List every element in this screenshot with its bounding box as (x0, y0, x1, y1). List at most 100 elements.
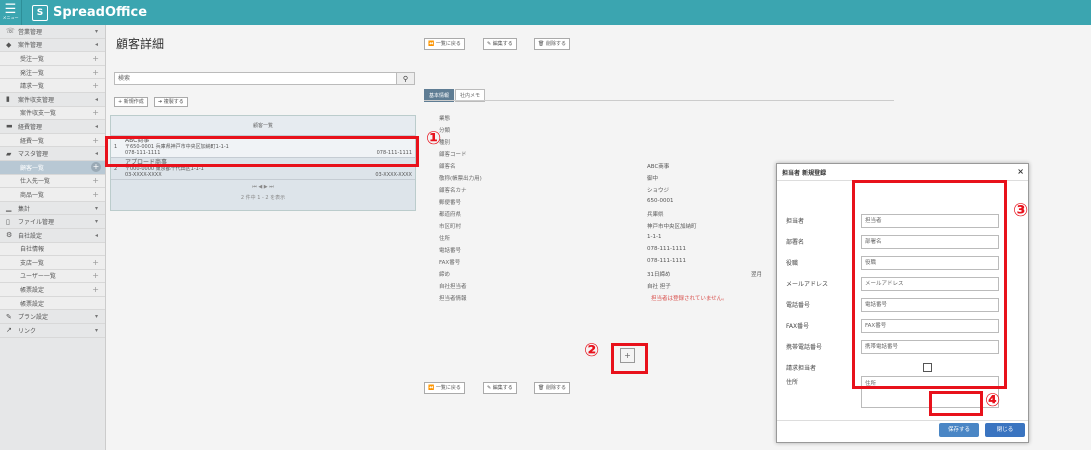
sidebar-item[interactable]: ▮ 案件収支管理 ◂ (0, 93, 105, 107)
back-to-list-button-bottom[interactable]: ⏪ 一覧に戻る (424, 382, 465, 394)
sidebar-item[interactable]: 発注一覧 + (0, 65, 105, 80)
bar-chart-icon: ▮ (6, 95, 10, 104)
sidebar-item[interactable]: ↗ リンク ▾ (0, 324, 105, 338)
add-icon[interactable]: + (92, 190, 99, 199)
add-icon[interactable]: + (92, 285, 99, 294)
annotation-1: ① (426, 128, 442, 149)
sidebar-item[interactable]: 仕入先一覧 + (0, 174, 105, 189)
delete-button-bottom[interactable]: 🗑 削除する (534, 382, 570, 394)
sidebar-item-label: 案件管理 (18, 42, 43, 50)
sidebar-item[interactable]: 帳票設定 + (0, 283, 105, 297)
chevron-icon: ◂ (94, 231, 98, 239)
app-logo[interactable]: S SpreadOffice (32, 4, 147, 21)
sidebar-item-label: 請求一覧 (20, 83, 45, 91)
sidebar-item[interactable]: ✎ プラン設定 ▾ (0, 310, 105, 325)
field-value: 1-1-1 (647, 234, 662, 240)
add-icon[interactable]: + (92, 54, 99, 63)
sidebar-item[interactable]: 支店一覧 + (0, 256, 105, 270)
sidebar-item[interactable]: 顧客一覧 + (0, 160, 105, 175)
field-label: 顧客名 (439, 164, 456, 170)
sidebar-item-label: マスタ管理 (18, 151, 49, 159)
page-title: 顧客詳細 (116, 37, 165, 51)
sidebar-item-label: 顧客一覧 (20, 164, 45, 172)
sidebar-item[interactable]: 商品一覧 + (0, 188, 105, 202)
search-input[interactable]: 検索 (114, 72, 415, 85)
add-icon[interactable]: + (92, 108, 99, 117)
sidebar-item[interactable]: 受注一覧 + (0, 52, 105, 66)
pager-nav[interactable]: ⏮ ◀ ▶ ⏭ (111, 183, 415, 191)
list-header: 顧客一覧 (111, 116, 415, 136)
add-icon[interactable]: + (92, 68, 99, 77)
chevron-icon: ◂ (94, 95, 98, 103)
chevron-icon: ▾ (94, 27, 98, 35)
file-icon: ▯ (6, 217, 10, 226)
modal-field-label: 担当者 (786, 218, 805, 225)
menu-button[interactable]: ☰ メニュー (0, 0, 22, 25)
sidebar-item[interactable]: ▰ マスタ管理 ◂ (0, 147, 105, 161)
sidebar-item[interactable]: 自社情報 (0, 242, 105, 257)
sidebar-item[interactable]: ☏ 営業管理 ▾ (0, 25, 105, 39)
tag-icon: ◆ (6, 40, 12, 49)
field-label: 締め (439, 272, 451, 278)
field-label: 住所 (439, 236, 451, 242)
sidebar-item[interactable]: 請求一覧 + (0, 79, 105, 93)
field-value: ABC商事 (647, 164, 670, 170)
sidebar-item-label: 帳票設定 (20, 287, 45, 295)
billing-contact-label: 請求担当者 (786, 365, 817, 372)
delete-label: 削除する (545, 385, 566, 391)
field-value: 神戸市中央区加納町 (647, 224, 697, 230)
sidebar-item[interactable]: 案件収支一覧 + (0, 106, 105, 121)
field-label: 郵便番号 (439, 200, 462, 206)
add-icon[interactable]: + (91, 162, 101, 173)
back-label: 一覧に戻る (435, 41, 461, 47)
hamburger-icon: ☰ (4, 2, 17, 17)
sidebar-item[interactable]: ◆ 案件管理 ◂ (0, 39, 105, 53)
back-to-list-button[interactable]: ⏪ 一覧に戻る (424, 38, 465, 50)
search-button[interactable]: ⚲ (396, 72, 415, 85)
sidebar-item[interactable]: ▯ ファイル管理 ▾ (0, 215, 105, 229)
field-extra: 翌月 (751, 272, 763, 278)
sidebar-item[interactable]: ⚙ 自社設定 ◂ (0, 229, 105, 243)
edit-label: 編集する (492, 41, 513, 47)
close-button[interactable]: 閉じる (985, 423, 1025, 437)
edit-label: 編集する (492, 385, 513, 391)
sidebar-item-label: 営業管理 (18, 28, 43, 36)
modal-field-label: FAX番号 (786, 323, 810, 330)
edit-button-bottom[interactable]: ✎ 編集する (483, 382, 517, 394)
add-icon[interactable]: + (92, 81, 99, 90)
field-value: 自社 担子 (647, 284, 671, 290)
field-label: 担当者情報 (439, 296, 467, 302)
close-icon[interactable]: × (1017, 167, 1024, 176)
sidebar-item[interactable]: ユーザー一覧 + (0, 269, 105, 284)
edit-button[interactable]: ✎ 編集する (483, 38, 517, 50)
back-label: 一覧に戻る (435, 385, 461, 391)
chevron-icon: ◂ (94, 41, 98, 49)
sidebar-item[interactable]: ▁ 集計 ▾ (0, 202, 105, 216)
new-button[interactable]: + 新規作成 (114, 97, 148, 107)
sidebar-item[interactable]: ▬ 経費管理 ◂ (0, 120, 105, 134)
add-icon[interactable]: + (92, 136, 99, 145)
menu-label: メニュー (2, 15, 19, 20)
delete-button[interactable]: 🗑 削除する (534, 38, 570, 50)
modal-footer-divider (777, 420, 1028, 421)
sidebar-item-label: 集計 (18, 205, 31, 213)
add-icon[interactable]: + (92, 258, 99, 267)
copy-button[interactable]: ➔ 複製する (154, 97, 188, 107)
field-value: 御中 (647, 176, 659, 182)
add-icon[interactable]: + (92, 176, 99, 185)
sidebar-item[interactable]: 経費一覧 + (0, 133, 105, 148)
sidebar-item-label: 発注一覧 (20, 69, 45, 77)
sidebar-item-label: ファイル管理 (18, 219, 55, 227)
logo-icon: S (32, 4, 48, 21)
sidebar-item-label: 経費一覧 (20, 137, 45, 145)
customer-tel: 03-XXXX-XXXX (125, 172, 162, 178)
chevron-icon: ◂ (94, 122, 98, 130)
add-icon[interactable]: + (92, 271, 99, 280)
save-button[interactable]: 保存する (939, 423, 979, 437)
field-value: 担当者は登録されていません。 (651, 296, 728, 302)
card-icon: ▬ (6, 122, 13, 131)
field-label: 都道府県 (439, 212, 462, 218)
annotation-2: ② (584, 340, 600, 361)
sidebar-item[interactable]: 帳票設定 (0, 296, 105, 311)
field-label: 敬称(帳票出力用) (439, 176, 482, 182)
